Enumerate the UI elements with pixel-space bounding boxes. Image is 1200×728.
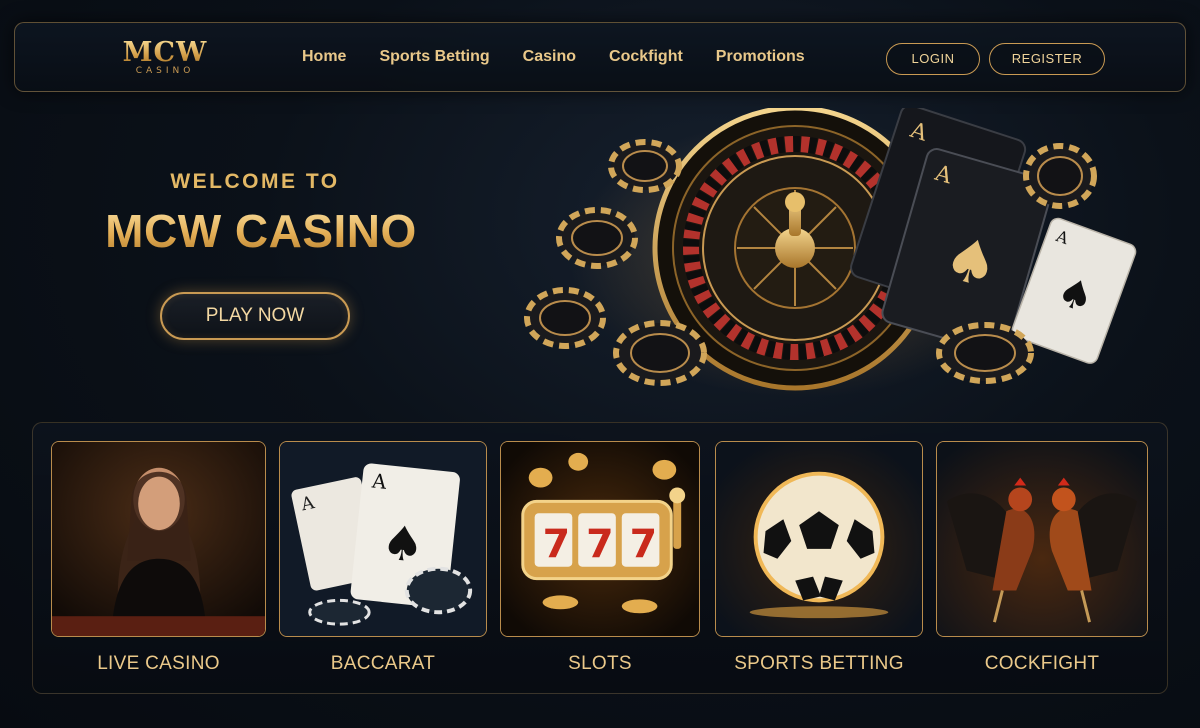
- category-card-slots[interactable]: 7 7 7: [500, 441, 700, 637]
- top-navbar: MCW CASINO Home Sports Betting Casino Co…: [14, 22, 1186, 92]
- nav-link-cockfight[interactable]: Cockfight: [609, 48, 683, 66]
- hero-illustration: A A ♠ A ♠: [515, 104, 1165, 408]
- play-now-button[interactable]: PLAY NOW: [160, 292, 350, 340]
- category-label-baccarat[interactable]: BACCARAT: [279, 653, 487, 675]
- register-button[interactable]: REGISTER: [989, 43, 1105, 75]
- nav-link-casino[interactable]: Casino: [523, 48, 576, 66]
- category-label-cockfight[interactable]: COCKFIGHT: [936, 653, 1148, 675]
- category-label-slots[interactable]: SLOTS: [500, 653, 700, 675]
- logo-text: MCW: [105, 39, 225, 67]
- svg-text:7: 7: [586, 521, 614, 567]
- live-dealer-icon: [52, 442, 265, 636]
- slot-machine-icon: 7 7 7: [501, 442, 699, 636]
- roosters-icon: [937, 442, 1147, 636]
- cards-chips-icon: A A♠: [280, 442, 486, 636]
- nav-link-sports-betting[interactable]: Sports Betting: [379, 48, 489, 66]
- category-card-baccarat[interactable]: A A ♠: [279, 441, 487, 637]
- category-card-sports-betting[interactable]: [715, 441, 923, 637]
- hero-kicker: WELCOME TO: [170, 170, 340, 193]
- category-label-sports-betting[interactable]: SPORTS BETTING: [715, 653, 923, 675]
- nav-link-promotions[interactable]: Promotions: [716, 48, 805, 66]
- category-card-cockfight[interactable]: [936, 441, 1148, 637]
- hero-title: MCW CASINO: [80, 204, 442, 258]
- svg-text:7: 7: [630, 521, 658, 567]
- svg-text:♠: ♠: [379, 515, 427, 574]
- category-label-live-casino[interactable]: LIVE CASINO: [51, 653, 266, 675]
- nav-link-home[interactable]: Home: [302, 48, 346, 66]
- svg-text:7: 7: [543, 521, 571, 567]
- brand-logo[interactable]: MCW CASINO: [105, 39, 225, 77]
- category-card-live-casino[interactable]: [51, 441, 266, 637]
- soccer-ball-icon: [716, 442, 922, 636]
- nav-links: Home Sports Betting Casino Cockfight Pro…: [302, 48, 838, 66]
- game-categories-panel: LIVE CASINO A A ♠ BACCARAT 7 7 7 SLOTS S…: [32, 422, 1168, 694]
- svg-text:A: A: [370, 469, 388, 494]
- login-button[interactable]: LOGIN: [886, 43, 980, 75]
